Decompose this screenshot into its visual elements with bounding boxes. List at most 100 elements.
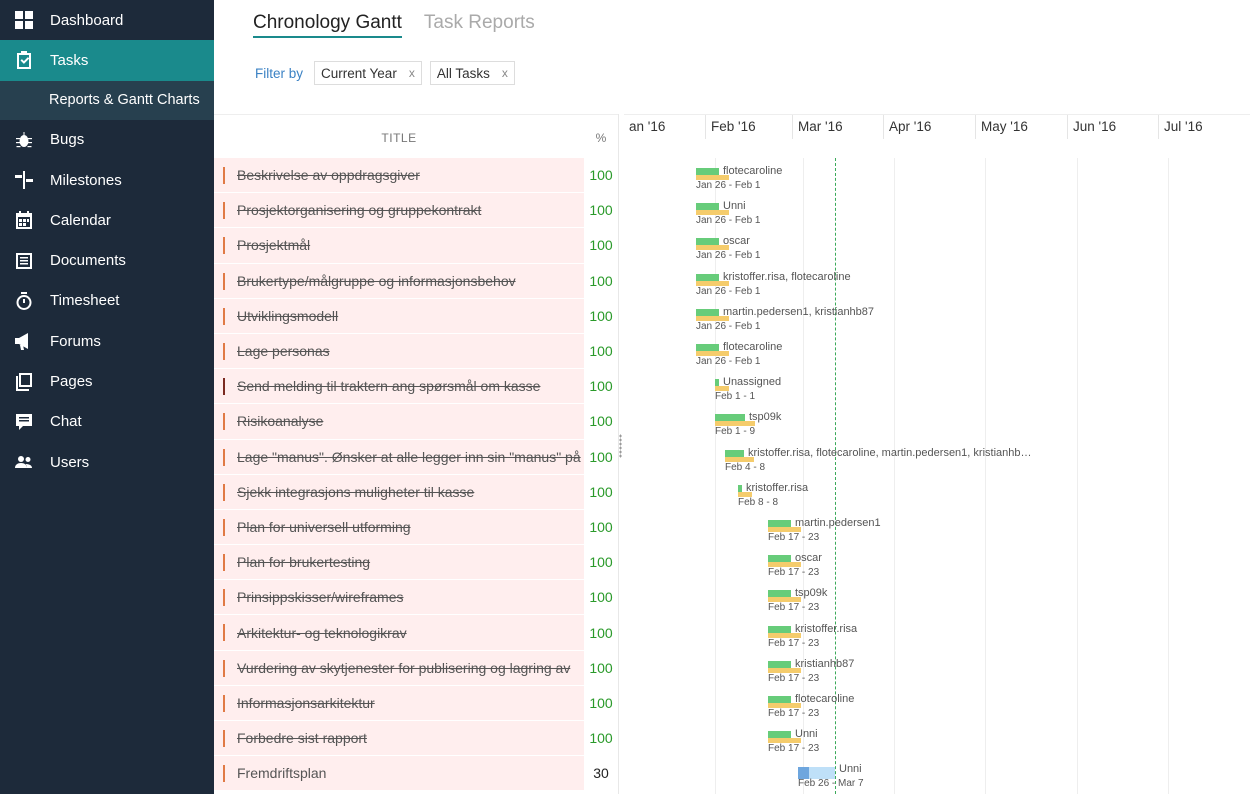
sidebar-item-dashboard[interactable]: Dashboard [0, 0, 214, 40]
task-title: Informasjonsarkitektur [237, 694, 375, 711]
table-row[interactable]: Utviklingsmodell 100 [214, 298, 618, 334]
column-header-percent[interactable]: % [584, 131, 618, 145]
sidebar-item-forums[interactable]: Forums [0, 321, 214, 361]
gantt-bar[interactable]: kristianhb87 Feb 17 - 23 [768, 651, 1250, 686]
gantt-bar[interactable]: tsp09k Feb 1 - 9 [715, 404, 1215, 439]
task-title-cell[interactable]: Prosjektmål [214, 228, 584, 263]
gantt-bar[interactable]: oscar Feb 17 - 23 [768, 545, 1250, 580]
gantt-bar[interactable]: Unassigned Feb 1 - 1 [715, 369, 1215, 404]
task-title-cell[interactable]: Risikoanalyse [214, 404, 584, 439]
gantt-bar[interactable]: kristoffer.risa Feb 8 - 8 [738, 475, 1238, 510]
task-title-cell[interactable]: Prosjektorganisering og gruppekontrakt [214, 193, 584, 228]
bar-progress[interactable] [696, 273, 719, 281]
task-title-cell[interactable]: Plan for universell utforming [214, 509, 584, 545]
tab-task-reports[interactable]: Task Reports [424, 12, 535, 38]
bar-progress[interactable] [696, 238, 719, 246]
splitter-grip-icon[interactable] [619, 434, 622, 458]
filter-chip-all-tasks[interactable]: All Tasks x [429, 61, 515, 85]
gantt-bar[interactable]: Unni Feb 17 - 23 [768, 721, 1250, 756]
table-row[interactable]: Plan for universell utforming 100 [214, 509, 618, 546]
task-title-cell[interactable]: Brukertype/målgruppe og informasjonsbeho… [214, 263, 584, 298]
remove-filter-icon[interactable]: x [502, 66, 508, 80]
gantt-bar[interactable]: Unni Feb 26 - Mar 7 [798, 756, 1250, 791]
sidebar-item-label: Bugs [50, 131, 85, 149]
bar-progress[interactable] [768, 590, 791, 598]
users-icon [14, 452, 34, 472]
sidebar-item-tasks[interactable]: Tasks [0, 40, 214, 81]
tab-chronology-gantt[interactable]: Chronology Gantt [253, 12, 402, 38]
task-title-cell[interactable]: Fremdriftsplan [214, 756, 584, 791]
task-title-cell[interactable]: Beskrivelse av oppdragsgiver [214, 158, 584, 193]
gantt-bar[interactable]: martin.pedersen1 Feb 17 - 23 [768, 510, 1250, 545]
task-title-cell[interactable]: Arkitektur- og teknologikrav [214, 615, 584, 650]
gantt-bar[interactable]: kristoffer.risa, flotecaroline Jan 26 - F… [696, 264, 1196, 299]
task-title-cell[interactable]: Lage personas [214, 333, 584, 369]
gantt-bar[interactable]: oscar Jan 26 - Feb 1 [696, 228, 1196, 263]
table-row[interactable]: Plan for brukertesting 100 [214, 545, 618, 581]
task-title-cell[interactable]: Vurdering av skytjenester for publiserin… [214, 650, 584, 685]
bar-progress[interactable] [768, 660, 791, 668]
task-title-cell[interactable]: Send melding til traktern ang spørsmål o… [214, 369, 584, 404]
table-row[interactable]: Send melding til traktern ang spørsmål o… [214, 369, 618, 405]
sidebar-item-reports-gantt[interactable]: Reports & Gantt Charts [0, 80, 214, 120]
table-row[interactable]: Prosjektmål 100 [214, 228, 618, 264]
month-scale: an '16 Feb '16 Mar '16 Apr '16 May '16 Jun '1… [624, 114, 1250, 158]
column-header-title[interactable]: TITLE [214, 131, 584, 145]
task-title-cell[interactable]: Lage "manus". Ønsker at alle legger inn … [214, 439, 584, 474]
table-row[interactable]: Lage personas 100 [214, 333, 618, 370]
bar-progress[interactable] [715, 414, 745, 422]
gantt-bar[interactable]: kristoffer.risa Feb 17 - 23 [768, 616, 1250, 651]
bar-progress[interactable] [768, 555, 791, 563]
task-title-cell[interactable]: Plan for brukertesting [214, 545, 584, 580]
task-title-cell[interactable]: Prinsippskisser/wireframes [214, 580, 584, 615]
bar-progress[interactable] [768, 625, 791, 633]
sidebar-item-bugs[interactable]: Bugs [0, 120, 214, 160]
bar-progress[interactable] [768, 520, 791, 527]
table-row[interactable]: Arkitektur- og teknologikrav 100 [214, 615, 618, 651]
priority-marker [223, 589, 225, 607]
gantt-bar[interactable]: martin.pedersen1, kristianhb87 Jan 26 - F… [696, 299, 1196, 334]
filter-chip-current-year[interactable]: Current Year x [314, 61, 422, 85]
sidebar-item-milestones[interactable]: Milestones [0, 160, 214, 200]
gantt-bar[interactable]: kristoffer.risa, flotecaroline, martin.p… [725, 440, 1225, 475]
bar-progress[interactable] [738, 484, 742, 492]
bar-progress[interactable] [696, 168, 719, 175]
bar-progress[interactable] [768, 696, 791, 703]
table-row[interactable]: Fremdriftsplan 30 [214, 756, 618, 792]
sidebar-item-chat[interactable]: Chat [0, 402, 214, 442]
table-row[interactable]: Lage "manus". Ønsker at alle legger inn … [214, 439, 618, 475]
sidebar-item-documents[interactable]: Documents [0, 240, 214, 280]
gantt-bar[interactable]: flotecaroline Jan 26 - Feb 1 [696, 158, 1196, 193]
gantt-bar[interactable]: flotecaroline Jan 26 - Feb 1 [696, 334, 1196, 369]
sidebar-item-timesheet[interactable]: Timesheet [0, 281, 214, 321]
priority-marker [223, 342, 225, 360]
bar-progress[interactable] [725, 449, 744, 457]
bar-assignee: martin.pedersen1 [795, 517, 881, 529]
table-row[interactable]: Beskrivelse av oppdragsgiver 100 [214, 158, 618, 194]
sidebar-item-users[interactable]: Users [0, 442, 214, 482]
table-row[interactable]: Sjekk integrasjons muligheter til kasse 1… [214, 474, 618, 510]
table-row[interactable]: Brukertype/målgruppe og informasjonsbeho… [214, 263, 618, 299]
table-row[interactable]: Prinsippskisser/wireframes 100 [214, 580, 618, 616]
bar-progress[interactable] [768, 731, 791, 739]
remove-filter-icon[interactable]: x [409, 66, 415, 80]
task-title-cell[interactable]: Informasjonsarkitektur [214, 685, 584, 720]
bar-progress[interactable] [715, 379, 719, 387]
sidebar-item-pages[interactable]: Pages [0, 361, 214, 401]
table-row[interactable]: Forbedre sist rapport 100 [214, 721, 618, 757]
table-row[interactable]: Risikoanalyse 100 [214, 404, 618, 440]
bar-progress[interactable] [696, 344, 719, 351]
gantt-bar[interactable]: tsp09k Feb 17 - 23 [768, 580, 1250, 615]
bar-progress[interactable] [696, 308, 719, 316]
task-title-cell[interactable]: Utviklingsmodell [214, 298, 584, 333]
table-row[interactable]: Vurdering av skytjenester for publiserin… [214, 650, 618, 686]
sidebar-item-calendar[interactable]: Calendar [0, 200, 214, 240]
table-row[interactable]: Prosjektorganisering og gruppekontrakt 10… [214, 193, 618, 229]
table-row[interactable]: Informasjonsarkitektur 100 [214, 685, 618, 721]
task-title-cell[interactable]: Sjekk integrasjons muligheter til kasse [214, 474, 584, 509]
bar-progress[interactable] [696, 203, 719, 211]
gantt-bar[interactable]: Unni Jan 26 - Feb 1 [696, 193, 1196, 228]
month-label: Mar '16 [792, 115, 883, 139]
task-title-cell[interactable]: Forbedre sist rapport [214, 721, 584, 756]
gantt-bar[interactable]: flotecaroline Feb 17 - 23 [768, 686, 1250, 721]
